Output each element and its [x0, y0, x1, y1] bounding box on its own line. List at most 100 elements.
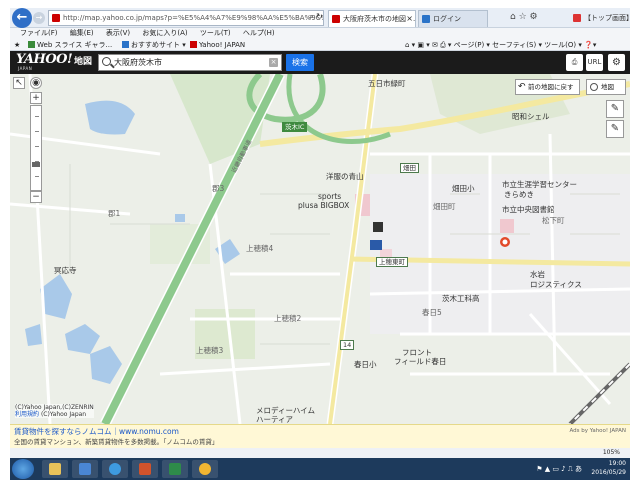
zoom-handle[interactable]: [32, 162, 40, 167]
print-icon[interactable]: ⎙: [566, 54, 583, 71]
yahoo-map-header: YAHOO! JAPAN 地図 × 検索 ⎙ URL ⚙: [10, 51, 630, 74]
search-refresh-icon[interactable]: ⌕ ↻: [308, 10, 324, 24]
map-label[interactable]: 市立中央図書館: [502, 205, 555, 214]
copyright-text: (C)Yahoo Japan: [40, 411, 87, 418]
pencil-icon[interactable]: ✎: [606, 100, 624, 118]
zoom-tick: [35, 146, 39, 147]
yahoo-icon: [190, 41, 197, 48]
tab-yahoo-map[interactable]: 大阪府茨木市の地図 - ... ×: [328, 10, 416, 27]
map-label[interactable]: 冥応寺: [54, 266, 77, 275]
clock-time: 19:00: [608, 460, 626, 467]
taskbar-explorer[interactable]: [42, 460, 68, 478]
map-label[interactable]: 茨木工科高: [442, 294, 480, 303]
yahoo-logo[interactable]: YAHOO!: [16, 53, 73, 67]
start-button-icon[interactable]: [12, 459, 34, 479]
taskbar-chrome[interactable]: [192, 460, 218, 478]
ie-icon: [122, 41, 129, 48]
map-label[interactable]: メロディーハイム: [256, 406, 315, 415]
ad-title[interactable]: 賃貸物件を探すならノムコム｜www.nomu.com: [14, 427, 179, 437]
site-favicon-icon: [52, 14, 60, 22]
map-label[interactable]: 水岩: [530, 270, 545, 279]
chrome-icon: [199, 463, 211, 475]
tab-login[interactable]: ログイン: [418, 10, 488, 27]
command-bar[interactable]: ⌂ ▾ ▣ ▾ ✉ ⎙ ▾ ページ(P) ▾ セーフティ(S) ▾ ツール(O)…: [405, 39, 596, 51]
map-label[interactable]: 畑田小: [452, 184, 475, 193]
zoom-level[interactable]: 105%: [603, 448, 620, 458]
map-label: 郡1: [108, 209, 121, 218]
map-label[interactable]: plusa BIGBOX: [298, 201, 349, 210]
map-label[interactable]: ハーティア: [256, 415, 293, 424]
map-type-button[interactable]: 地図: [586, 79, 626, 95]
pencil-icon[interactable]: ✎: [606, 120, 624, 138]
zoom-out-button[interactable]: −: [30, 191, 42, 203]
fav-recommended[interactable]: おすすめサイト ▾: [122, 39, 186, 51]
menu-favorites[interactable]: お気に入り(A): [142, 29, 187, 37]
layer-icon: [590, 83, 598, 91]
menu-help[interactable]: ヘルプ(H): [243, 29, 275, 37]
map-label[interactable]: フロント: [402, 348, 432, 357]
menu-edit[interactable]: 編集(E): [70, 29, 94, 37]
map-label[interactable]: 昭和シェル: [512, 112, 550, 121]
terms-link[interactable]: 利用規約: [15, 411, 39, 418]
map-label[interactable]: フィールド春日: [394, 357, 446, 366]
menu-view[interactable]: 表示(V): [106, 29, 130, 37]
close-tab-icon[interactable]: ×: [406, 11, 413, 27]
route-shield: 14: [340, 340, 355, 350]
map-label: 上穂積4: [246, 244, 274, 253]
map-label: 上穂積3: [196, 346, 224, 355]
media-player-icon: [79, 463, 91, 475]
previous-map-button[interactable]: ↶ 前の地図に戻す: [515, 79, 580, 95]
cursor-icon[interactable]: ↖: [13, 77, 25, 89]
map-label[interactable]: ロジスティクス: [530, 280, 582, 289]
favorites-star-icon[interactable]: ★: [14, 39, 20, 51]
map-label[interactable]: きらめき: [504, 190, 534, 199]
top-favicon-icon: [573, 14, 581, 22]
fav-yahoo[interactable]: Yahoo! JAPAN: [190, 39, 245, 51]
address-bar[interactable]: http://map.yahoo.co.jp/maps?p=%E5%A4%A7%…: [48, 10, 324, 26]
ad-tag: Ads by Yahoo! JAPAN: [569, 428, 626, 434]
screen: ← → http://map.yahoo.co.jp/maps?p=%E5%A4…: [0, 0, 640, 480]
fav-web-slice[interactable]: Web スライス ギャラ...: [28, 39, 112, 51]
map-label: 上穂積2: [274, 314, 302, 323]
map-graphics: [10, 74, 630, 424]
yahoo-logo-sub: JAPAN: [18, 66, 33, 71]
clear-icon[interactable]: ×: [269, 58, 278, 67]
map-label: 松下町: [542, 216, 565, 225]
back-arrow-icon[interactable]: ←: [12, 8, 32, 28]
tab-label: ログイン: [433, 15, 461, 23]
search-icon: [102, 57, 111, 66]
zoom-in-button[interactable]: +: [30, 92, 42, 104]
copyright-text: (C)Yahoo Japan,(C)ZENRIN: [15, 404, 94, 411]
forward-arrow-icon[interactable]: →: [33, 12, 45, 24]
location-icon[interactable]: ◉: [30, 77, 42, 89]
section-title: 地図: [74, 57, 93, 67]
taskbar-powerpoint[interactable]: [132, 460, 158, 478]
map-label[interactable]: 春日小: [354, 360, 377, 369]
ic-sign[interactable]: 茨木IC: [282, 122, 308, 132]
map-label[interactable]: 洋服の青山: [326, 172, 364, 181]
taskbar-ie[interactable]: [102, 460, 128, 478]
taskbar-excel[interactable]: [162, 460, 188, 478]
tab-label: 【トップ画面】: [584, 14, 630, 22]
search-input[interactable]: [114, 56, 264, 69]
tab-top-page[interactable]: 【トップ画面】: [570, 10, 630, 27]
map-label[interactable]: 市立生涯学習センター: [502, 180, 577, 189]
taskbar-media[interactable]: [72, 460, 98, 478]
gear-icon[interactable]: ⚙: [608, 54, 625, 71]
map-canvas[interactable]: 五日市緑町 茨木IC 昭和シェル 洋服の青山 sports plusa BIGB…: [10, 74, 630, 424]
folder-icon: [49, 463, 61, 475]
taskbar: ⚑ ▲ ▭ ♪ ⎍ あ 19:00 2016/05/29: [10, 458, 630, 480]
url-button[interactable]: URL: [586, 54, 603, 71]
search-button[interactable]: 検索: [286, 54, 314, 71]
map-label[interactable]: sports: [318, 192, 341, 201]
zoom-slider[interactable]: [30, 105, 42, 191]
yahoo-favicon-icon: [332, 15, 340, 23]
map-label: 五日市緑町: [368, 79, 406, 88]
zoom-tick: [35, 116, 39, 117]
menu-tools[interactable]: ツール(T): [200, 29, 231, 37]
window-controls-icon[interactable]: ⌂ ☆ ⚙: [510, 12, 538, 22]
ad-banner[interactable]: 賃貸物件を探すならノムコム｜www.nomu.com 全国の賃貸マンション、新築…: [10, 424, 630, 448]
clock[interactable]: 19:00 2016/05/29: [591, 459, 626, 477]
menu-file[interactable]: ファイル(F): [20, 29, 58, 37]
system-tray-icons[interactable]: ⚑ ▲ ▭ ♪ ⎍ あ: [536, 464, 582, 474]
